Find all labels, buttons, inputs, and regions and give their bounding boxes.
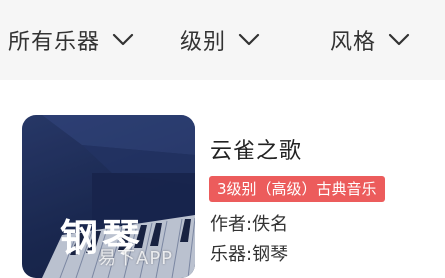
chevron-down-icon: [388, 33, 410, 46]
filter-level-dropdown[interactable]: 级别: [180, 22, 260, 58]
song-card[interactable]: 钢琴 云雀之歌 3级别（高级）古典音乐 作者:佚名 乐器:钢琴: [0, 80, 445, 278]
chevron-down-icon: [238, 33, 260, 46]
filter-level-label: 级别: [180, 30, 227, 55]
level-style-badge: 3级别（高级）古典音乐: [209, 176, 385, 202]
song-author: 作者:佚名: [210, 214, 289, 235]
watermark: 易下APP: [98, 248, 174, 269]
filter-instrument-label: 所有乐器: [8, 30, 101, 55]
chevron-down-icon: [112, 33, 134, 46]
song-instrument: 乐器:钢琴: [210, 244, 289, 265]
filter-instrument-dropdown[interactable]: 所有乐器: [8, 22, 134, 58]
filter-style-label: 风格: [330, 30, 377, 55]
song-title[interactable]: 云雀之歌: [210, 133, 302, 165]
filter-style-dropdown[interactable]: 风格: [330, 22, 410, 58]
filter-bar: 所有乐器 级别 风格: [0, 0, 445, 80]
